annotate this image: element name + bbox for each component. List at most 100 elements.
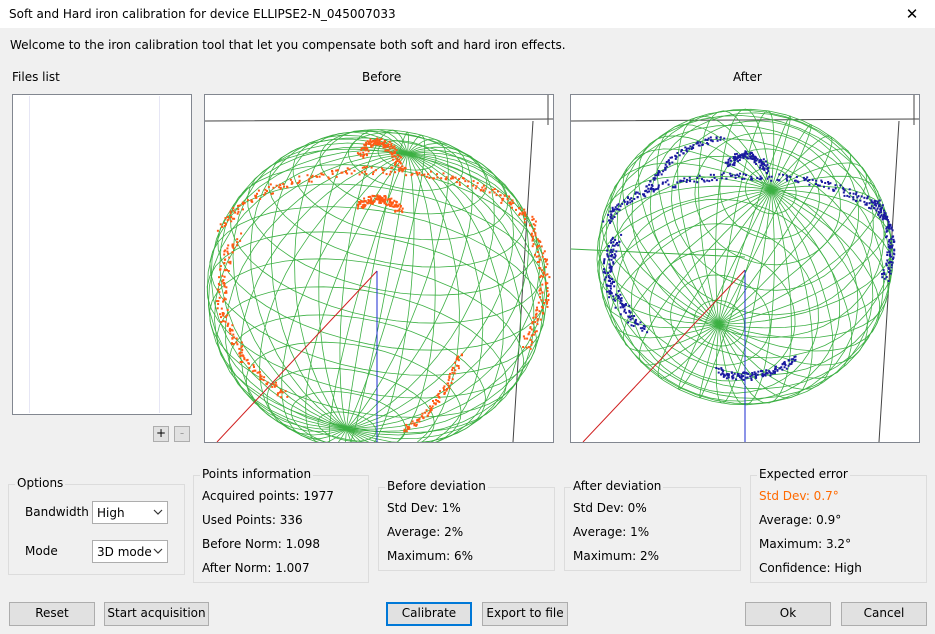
measurement-point	[863, 200, 866, 203]
measurement-point	[433, 402, 436, 405]
bandwidth-label: Bandwidth	[25, 505, 89, 519]
measurement-point	[379, 202, 382, 204]
measurement-point	[282, 183, 285, 185]
measurement-point	[455, 358, 458, 361]
measurement-point	[388, 140, 391, 143]
measurement-point	[387, 145, 390, 148]
measurement-point	[458, 181, 461, 184]
measurement-point	[431, 177, 434, 180]
before-3d-view[interactable]	[204, 94, 554, 443]
measurement-point	[238, 204, 241, 207]
measurement-point	[540, 274, 543, 277]
cancel-button[interactable]: Cancel	[841, 602, 927, 626]
measurement-point	[393, 147, 396, 150]
measurement-point	[467, 180, 470, 183]
measurement-point	[499, 194, 502, 197]
measurement-point	[607, 245, 610, 248]
measurement-point	[852, 198, 855, 201]
measurement-point	[472, 184, 475, 187]
measurement-point	[236, 241, 239, 244]
close-icon[interactable]: ✕	[889, 0, 935, 28]
measurement-point	[842, 191, 845, 194]
measurement-point	[529, 338, 532, 341]
measurement-point	[235, 341, 238, 344]
measurement-point	[378, 142, 381, 145]
measurement-point	[610, 249, 613, 251]
measurement-point	[849, 192, 852, 195]
measurement-point	[385, 173, 388, 176]
measurement-point	[398, 168, 400, 171]
measurement-point	[466, 185, 469, 188]
measurement-point	[455, 181, 458, 184]
bandwidth-value: High	[97, 506, 125, 520]
remove-file-button[interactable]: -	[174, 426, 190, 442]
measurement-point	[769, 374, 772, 377]
measurement-point	[518, 213, 521, 216]
measurement-point	[230, 328, 233, 331]
measurement-point	[227, 270, 230, 272]
measurement-point	[676, 181, 679, 184]
measurement-point	[611, 254, 614, 256]
measurement-point	[709, 136, 712, 139]
measurement-point	[546, 290, 549, 293]
files-list[interactable]	[12, 94, 192, 415]
measurement-point	[607, 271, 609, 274]
measurement-point	[429, 405, 431, 408]
after-3d-view[interactable]	[570, 94, 920, 443]
measurement-point	[611, 278, 613, 281]
measurement-point	[216, 288, 219, 291]
measurement-point	[602, 271, 605, 274]
measurement-point	[730, 371, 733, 374]
measurement-point	[281, 391, 284, 394]
measurement-point	[539, 318, 542, 321]
measurement-point	[629, 318, 632, 321]
start-acquisition-button[interactable]: Start acquisition	[104, 602, 209, 626]
measurement-point	[653, 188, 656, 191]
measurement-point	[854, 199, 857, 202]
measurement-point	[438, 396, 441, 399]
acquired-points: Acquired points: 1977	[202, 489, 334, 503]
measurement-point	[630, 197, 633, 200]
measurement-point	[357, 205, 360, 208]
measurement-point	[741, 153, 744, 156]
measurement-point	[234, 211, 237, 214]
measurement-point	[612, 298, 615, 301]
bandwidth-select[interactable]: High	[92, 501, 168, 524]
measurement-point	[396, 154, 399, 156]
window-title: Soft and Hard iron calibration for devic…	[9, 7, 396, 21]
measurement-point	[374, 141, 377, 144]
measurement-point	[616, 242, 618, 244]
measurement-point	[472, 180, 475, 183]
measurement-point	[393, 145, 396, 148]
measurement-point	[460, 353, 463, 356]
measurement-point	[280, 396, 283, 399]
measurement-point	[717, 367, 720, 370]
add-file-button[interactable]: +	[153, 426, 169, 442]
measurement-point	[457, 359, 460, 362]
measurement-point	[543, 302, 546, 304]
measurement-point	[392, 155, 395, 158]
measurement-point	[223, 262, 226, 264]
measurement-point	[704, 138, 707, 141]
ok-button[interactable]: Ok	[745, 602, 831, 626]
measurement-point	[763, 169, 766, 171]
measurement-point	[629, 201, 632, 204]
measurement-point	[544, 266, 547, 269]
measurement-point	[610, 291, 612, 294]
reset-button[interactable]: Reset	[9, 602, 95, 626]
measurement-point	[239, 355, 242, 358]
measurement-point	[885, 276, 888, 278]
measurement-point	[418, 420, 421, 423]
measurement-point	[223, 253, 226, 256]
mode-select[interactable]: 3D mode	[92, 540, 168, 563]
measurement-point	[612, 241, 615, 244]
measurement-point	[394, 209, 397, 212]
measurement-point	[848, 195, 851, 198]
measurement-point	[457, 367, 460, 370]
measurement-point	[442, 387, 445, 389]
measurement-point	[453, 372, 456, 375]
measurement-point	[405, 430, 408, 433]
export-to-file-button[interactable]: Export to file	[482, 602, 568, 626]
calibrate-button[interactable]: Calibrate	[386, 602, 472, 626]
measurement-point	[226, 314, 229, 317]
